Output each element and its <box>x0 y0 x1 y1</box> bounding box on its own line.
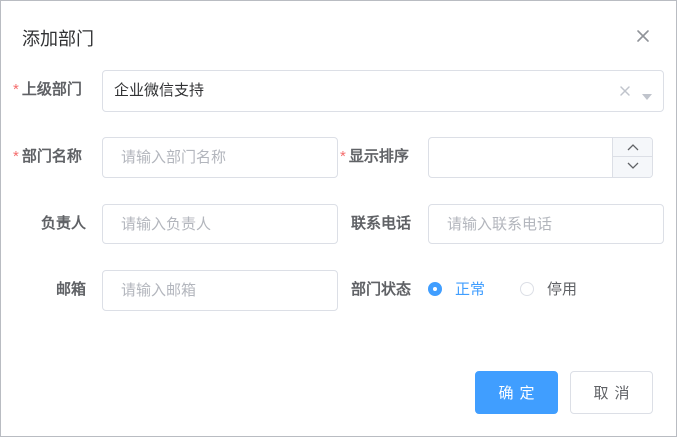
increase-button[interactable] <box>612 138 652 157</box>
add-department-dialog: 添加部门 *上级部门 企业微信支持 *部门名称 *显示排序 <box>0 0 677 437</box>
cancel-button[interactable]: 取消 <box>570 371 653 414</box>
parent-dept-label-text: 上级部门 <box>21 81 82 98</box>
radio-unchecked-icon <box>520 282 534 296</box>
phone-input[interactable] <box>428 204 664 244</box>
display-order-label: * 显示排序 <box>340 147 409 167</box>
parent-dept-value: 企业微信支持 <box>114 82 205 99</box>
dept-name-input[interactable] <box>102 137 338 178</box>
dept-name-label: * 部门名称 <box>13 147 82 167</box>
dialog-title: 添加部门 <box>22 29 94 49</box>
decrease-button[interactable] <box>612 157 652 177</box>
display-order-stepper <box>428 137 653 178</box>
display-order-input[interactable] <box>429 138 611 177</box>
radio-checked-icon <box>428 282 442 296</box>
status-radio-normal[interactable]: 正常 <box>428 280 498 300</box>
email-input[interactable] <box>102 270 338 311</box>
close-icon[interactable] <box>634 27 652 45</box>
display-order-label-text: 显示排序 <box>348 148 409 165</box>
status-radio-disabled[interactable]: 停用 <box>520 280 590 300</box>
confirm-button[interactable]: 确定 <box>475 371 558 414</box>
parent-dept-select[interactable]: 企业微信支持 <box>102 70 664 112</box>
dept-status-label: 部门状态 <box>351 281 412 298</box>
leader-label: 负责人 <box>41 215 87 232</box>
status-normal-label: 正常 <box>455 281 486 298</box>
dept-name-label-text: 部门名称 <box>21 148 82 165</box>
required-mark: * <box>13 81 19 98</box>
chevron-up-icon <box>627 144 639 151</box>
phone-label: 联系电话 <box>351 215 412 232</box>
email-label: 邮箱 <box>56 281 87 298</box>
required-mark: * <box>13 148 19 165</box>
caret-down-icon[interactable] <box>641 88 653 100</box>
status-disabled-label: 停用 <box>547 281 578 298</box>
leader-input[interactable] <box>102 204 338 244</box>
chevron-down-icon <box>627 162 639 169</box>
required-mark: * <box>340 148 346 165</box>
parent-dept-label: * 上级部门 <box>13 80 82 100</box>
clear-icon[interactable] <box>618 84 632 98</box>
